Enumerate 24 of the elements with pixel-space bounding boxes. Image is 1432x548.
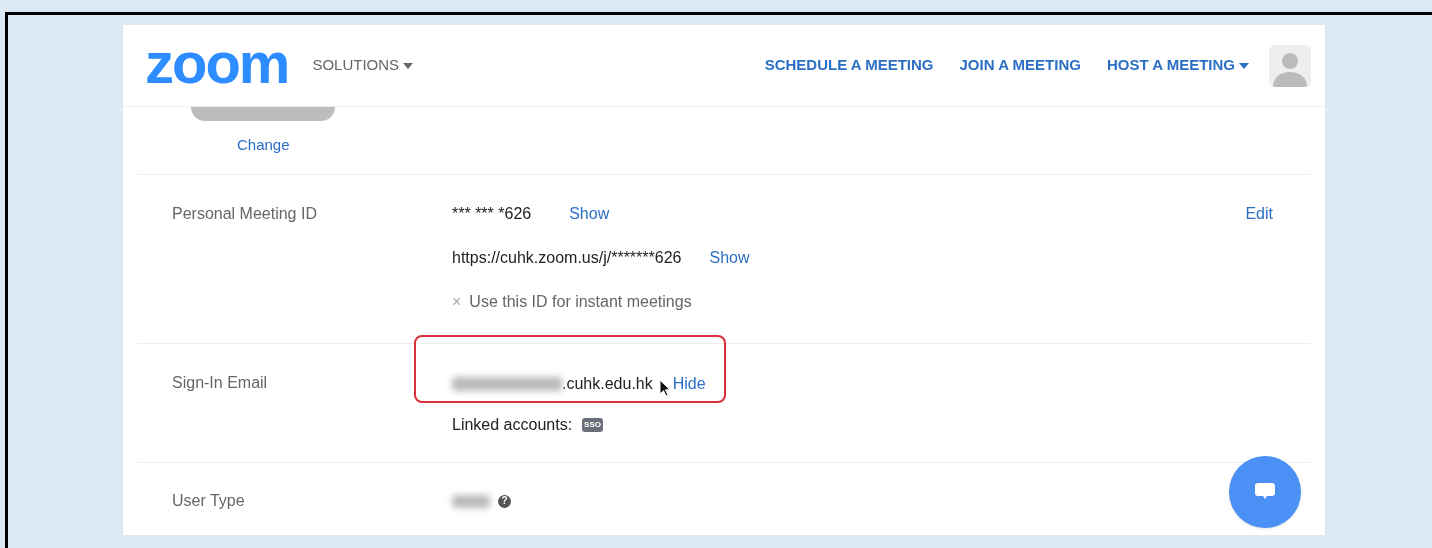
field-label: User Type [171,491,246,511]
hide-link[interactable]: Hide [672,372,706,396]
option-label: Use this ID for instant meetings [469,292,692,312]
field-label: Personal Meeting ID [171,204,318,224]
nav-link[interactable]: JOIN A MEETING [959,54,1081,77]
avatar-icon[interactable] [1269,44,1311,87]
cursor-icon [658,379,671,397]
chat-button[interactable] [1229,456,1301,528]
nav-link[interactable]: SCHEDULE A MEETING [764,54,934,77]
meeting-id: *** *** *626 [452,204,532,224]
nav-link[interactable]: SOLUTIONS [312,54,414,77]
meeting-url: https://cuhk.zoom.us/j/*******626 [452,248,682,268]
zoom-logo[interactable]: zoom [145,33,289,92]
change-link[interactable]: Change [237,134,290,157]
edit-link[interactable]: Edit [1245,202,1273,226]
nav-link[interactable]: HOST A MEETING [1106,54,1249,77]
email-domain: .cuhk.edu.hk [562,374,653,394]
field-label: Sign-In Email [171,373,269,393]
help-icon[interactable]: ? [498,494,511,508]
show-link[interactable]: Show [569,202,610,226]
redacted-text [452,494,490,508]
sso-badge: SSO [582,418,603,432]
show-link[interactable]: Show [709,246,750,270]
linked-accounts-label: Linked accounts: [452,415,573,435]
